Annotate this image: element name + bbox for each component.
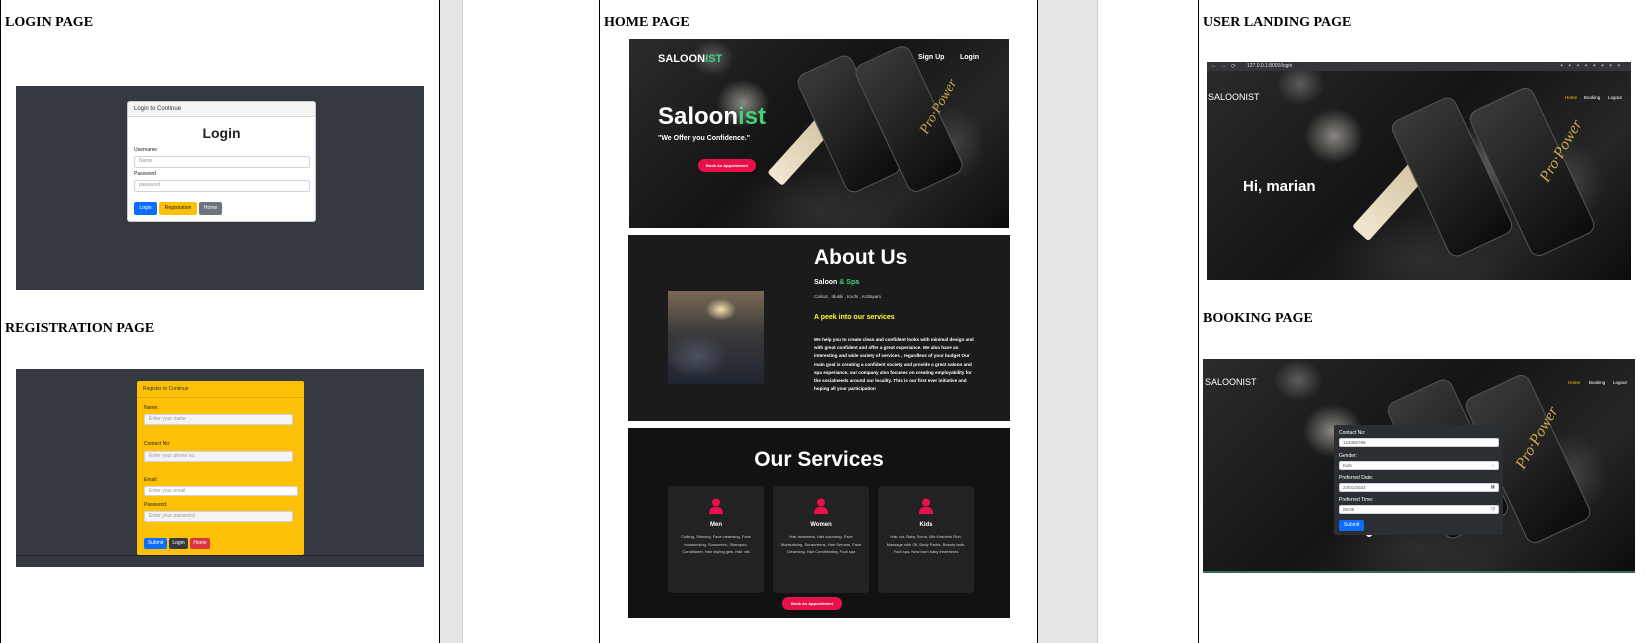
time-input[interactable]: 05:05 ◷ — [1339, 505, 1499, 514]
login-page-heading: LOGIN PAGE — [5, 15, 94, 30]
password-input[interactable]: password — [134, 180, 310, 192]
username-input[interactable]: Name — [134, 156, 310, 168]
service-card-men: Men Cutting, Shaving, Face cleansing, Fa… — [668, 486, 764, 593]
column-divider — [1198, 0, 1199, 643]
nav-home[interactable]: Home — [1565, 95, 1577, 100]
user-landing-screenshot: ← → ⟳ 127.0.0.1:8000/login ✦✦✦✦✦✦✦✦ Pro·… — [1207, 62, 1631, 280]
column-divider — [599, 0, 600, 643]
forward-icon[interactable]: → — [1221, 63, 1227, 69]
page-gutter — [1038, 0, 1097, 643]
user-landing-page-heading: USER LANDING PAGE — [1203, 15, 1352, 30]
home-services-screenshot: Our Services Men Cutting, Shaving, Face … — [628, 428, 1010, 618]
booking-page-heading: BOOKING PAGE — [1203, 311, 1313, 326]
password-label: Password — [134, 171, 156, 177]
registration-button[interactable]: Registration — [159, 202, 197, 215]
hero-title: Saloonist — [658, 103, 767, 130]
contact-input[interactable]: Enter your phone no. — [144, 451, 293, 462]
extensions-icon[interactable]: ✦✦✦✦✦✦✦✦ — [1559, 63, 1625, 69]
login-card: Login to Continue Login Username Name Pa… — [127, 101, 316, 222]
contact-input[interactable]: 123456789 — [1339, 438, 1499, 447]
book-appointment-button[interactable]: Book An Appointment — [782, 597, 842, 610]
home-button[interactable]: Home — [199, 202, 222, 215]
about-locations: Calicut , Idukki , Kochi , Kottayam. — [814, 294, 883, 299]
email-input[interactable]: Enter your email — [144, 486, 298, 496]
person-icon — [709, 498, 723, 514]
login-button[interactable]: Login — [134, 202, 157, 215]
calendar-icon[interactable]: ▦ — [1491, 484, 1495, 490]
registration-screenshot: Register to Continue Name: Enter your na… — [16, 369, 424, 567]
about-peek: A peek into our services — [814, 314, 895, 321]
registration-page-heading: REGISTRATION PAGE — [5, 321, 155, 336]
home-hero-screenshot: Pro·Power SALOONIST Sign Up Login Saloon… — [629, 39, 1009, 228]
home-about-screenshot: About Us Saloon & Spa Calicut , Idukki ,… — [628, 235, 1010, 421]
booking-screenshot: Pro·Power SALOONIST Home Booking Logout … — [1203, 359, 1635, 573]
login-card-header: Login to Continue — [128, 102, 315, 117]
home-logo[interactable]: SALOONIST — [658, 53, 722, 65]
booking-form: Contact No: 123456789 Gender: Kids ⌄ Pref… — [1334, 425, 1503, 535]
nav-booking[interactable]: Booking — [1589, 380, 1605, 385]
chevron-down-icon: ⌄ — [1491, 462, 1495, 467]
service-description: Hair cut, Baby Scrub, Mix Kashmiri Rub, … — [886, 534, 966, 554]
registration-card: Register to Continue Name: Enter your na… — [137, 381, 304, 555]
brand-logo[interactable]: SALOONIST — [1208, 92, 1260, 102]
password-label: Password: — [144, 502, 168, 508]
nav-logout[interactable]: Logout — [1608, 95, 1622, 100]
book-appointment-button[interactable]: Book An Appointment — [698, 159, 756, 172]
services-title: Our Services — [754, 448, 884, 471]
reload-icon[interactable]: ⟳ — [1231, 63, 1236, 70]
nav-logout[interactable]: Logout — [1613, 380, 1627, 385]
nav-login[interactable]: Login — [960, 54, 979, 61]
contact-label: Contact No: — [1339, 430, 1366, 436]
username-label: Username — [134, 147, 158, 153]
about-body: We help you to create clean and confiden… — [814, 337, 974, 392]
login-title: Login — [202, 125, 241, 141]
time-label: Preferred Time: — [1339, 497, 1374, 503]
service-title: Women — [810, 522, 832, 528]
login-button[interactable]: Login — [169, 538, 188, 549]
hero-tagline: "We Offer you Confidence." — [658, 135, 751, 142]
nav-sign-up[interactable]: Sign Up — [918, 54, 944, 61]
gender-label: Gender: — [1339, 453, 1358, 459]
about-subtitle: Saloon & Spa — [814, 279, 860, 286]
date-input[interactable]: 23/01/2023 ▦ — [1339, 483, 1499, 492]
service-description: Hair treatment, Hair colouring, Face Moi… — [780, 534, 862, 554]
service-title: Kids — [919, 522, 933, 528]
page-gutter — [440, 0, 462, 643]
footer-line — [16, 555, 424, 556]
gender-select[interactable]: Kids ⌄ — [1339, 461, 1499, 470]
column-divider — [0, 0, 1, 643]
about-title: About Us — [814, 246, 908, 269]
person-icon — [814, 498, 828, 514]
name-label: Name: — [144, 405, 159, 411]
service-card-kids: Kids Hair cut, Baby Scrub, Mix Kashmiri … — [878, 486, 974, 593]
home-button[interactable]: Home — [190, 538, 210, 549]
greeting: Hi, marian — [1243, 178, 1316, 195]
gutter-strip — [462, 0, 474, 643]
name-input[interactable]: Enter your name — [144, 414, 293, 425]
email-label: Email: — [144, 477, 158, 483]
login-screenshot: Login to Continue Login Username Name Pa… — [16, 86, 424, 290]
submit-button[interactable]: Submit — [144, 538, 167, 549]
address-bar[interactable]: 127.0.0.1:8000/login — [1247, 63, 1292, 69]
home-page-heading: HOME PAGE — [604, 15, 690, 30]
back-icon[interactable]: ← — [1211, 63, 1217, 69]
password-input[interactable]: Enter your password — [144, 511, 293, 522]
brand-logo[interactable]: SALOONIST — [1205, 377, 1257, 387]
nav-home[interactable]: Home — [1568, 380, 1580, 385]
nav-booking[interactable]: Booking — [1584, 95, 1600, 100]
browser-toolbar: ← → ⟳ 127.0.0.1:8000/login ✦✦✦✦✦✦✦✦ — [1207, 62, 1631, 71]
salon-interior-photo — [668, 291, 764, 384]
service-card-women: Women Hair treatment, Hair colouring, Fa… — [773, 486, 869, 593]
clock-icon[interactable]: ◷ — [1491, 506, 1495, 512]
service-description: Cutting, Shaving, Face cleansing, Face m… — [681, 534, 751, 554]
person-icon — [919, 498, 933, 514]
contact-label: Contact No: — [144, 441, 171, 447]
registration-card-header: Register to Continue — [137, 381, 304, 398]
service-title: Men — [710, 522, 722, 528]
submit-button[interactable]: Submit — [1339, 520, 1364, 531]
date-label: Preferred Date: — [1339, 475, 1374, 481]
